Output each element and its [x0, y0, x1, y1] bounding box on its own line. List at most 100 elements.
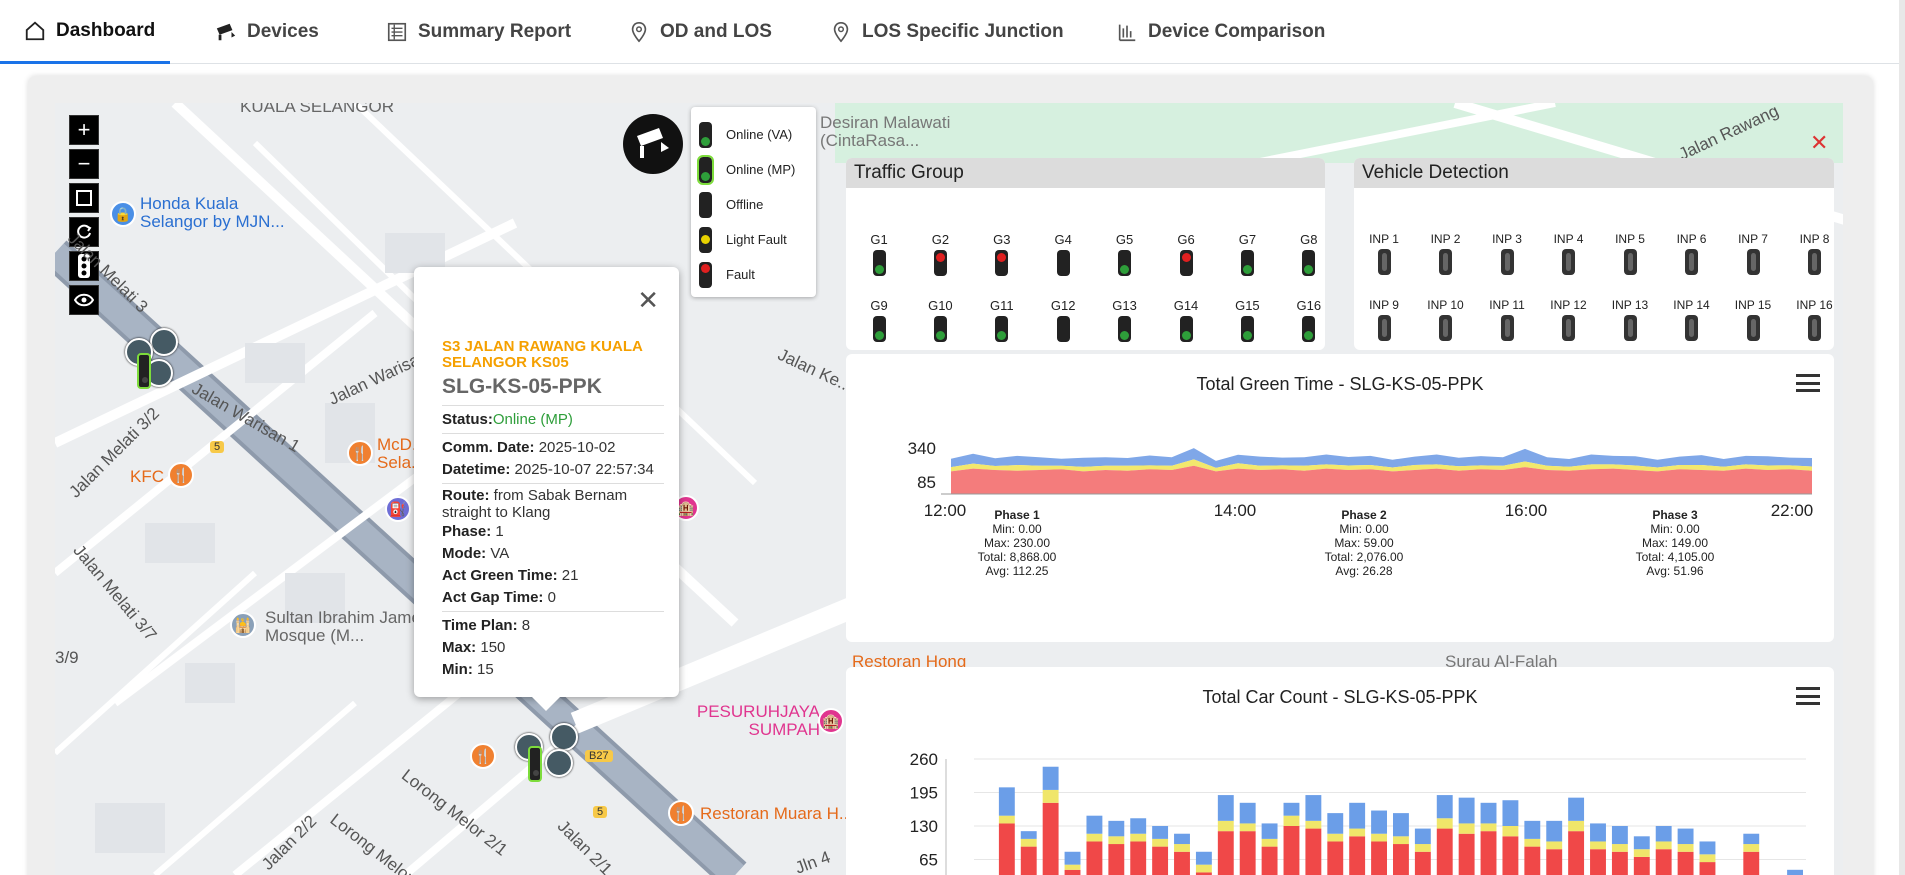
bar-segment-yellow — [1020, 838, 1037, 847]
cctv-marker[interactable] — [550, 723, 578, 751]
min-row: Min: 15 — [442, 659, 664, 681]
restaurant-poi-icon[interactable]: 🍴 — [470, 743, 496, 769]
visibility-toggle-button[interactable] — [69, 285, 99, 315]
detector-icon — [1562, 249, 1575, 275]
cctv-marker[interactable] — [150, 328, 178, 356]
hotel-poi-icon[interactable]: 🏨 — [818, 708, 844, 734]
bar-segment-blue — [998, 787, 1015, 816]
bar-segment-blue — [1174, 833, 1190, 845]
tab-label: Devices — [247, 21, 319, 42]
detector-label: INP 11 — [1489, 298, 1525, 312]
detector-label: INP 16 — [1796, 298, 1833, 312]
kfc-poi-icon[interactable]: 🍴 — [168, 462, 194, 488]
mosque-poi-icon[interactable]: 🕌 — [230, 612, 256, 638]
bar-segment-red — [1130, 841, 1147, 875]
zoom-in-button[interactable]: + — [69, 115, 99, 145]
bar-segment-yellow — [1086, 833, 1103, 842]
bar-segment-yellow — [1217, 820, 1234, 832]
detector-label: INP 4 — [1553, 232, 1584, 246]
mode-row: Mode: VA — [442, 543, 664, 565]
bar-segment-red — [1327, 841, 1344, 875]
restaurant-poi-icon[interactable]: 🍴 — [347, 440, 373, 466]
signal-label: G15 — [1235, 298, 1260, 313]
mode-value: VA — [490, 545, 510, 562]
x-tick-label: 14:00 — [1214, 501, 1257, 520]
signal-g14: G14 — [1161, 298, 1211, 345]
act-green-time-row: Act Green Time: 21 — [442, 565, 664, 587]
bar-segment-red — [1524, 846, 1541, 875]
detector-2: INP 2 — [1420, 232, 1472, 278]
traffic-light-marker[interactable] — [137, 353, 151, 389]
act-green-time-value: 21 — [561, 567, 579, 584]
tab-label: OD and LOS — [660, 21, 772, 42]
bar-segment-blue — [1064, 851, 1081, 865]
map-label-kfc: KFC — [130, 467, 164, 486]
tab-los-specific-junction[interactable]: LOS Specific Junction — [830, 0, 1064, 64]
page-scrollbar[interactable] — [1899, 0, 1905, 875]
cctv-toggle-button[interactable] — [623, 114, 683, 174]
bar-segment-blue — [1436, 795, 1453, 819]
act-gap-time-value: 0 — [547, 589, 556, 606]
act-gap-time-row: Act Gap Time: 0 — [442, 587, 664, 609]
detector-15: INP 15 — [1727, 298, 1779, 344]
legend-label: Offline — [726, 197, 764, 212]
bar-segment-yellow — [1590, 841, 1606, 850]
bar-segment-blue — [1086, 815, 1103, 834]
signal-label: G2 — [931, 232, 950, 247]
x-tick-label: 16:00 — [1505, 501, 1548, 520]
traffic-light-icon — [1179, 316, 1193, 342]
time-plan-value: 8 — [521, 617, 531, 634]
tab-od-los[interactable]: OD and LOS — [628, 0, 772, 64]
bar-segment-blue — [1546, 820, 1563, 842]
min-value: 15 — [477, 661, 494, 678]
bar-segment-blue — [1042, 766, 1059, 790]
traffic-light-marker[interactable] — [528, 746, 542, 782]
signal-g3: G3 — [977, 232, 1027, 279]
phase-avg: Avg: 51.96 — [1646, 564, 1704, 578]
restaurant-poi-icon[interactable]: 🍴 — [668, 800, 694, 826]
fuel-poi-icon[interactable]: ⛽ — [385, 496, 411, 522]
bar-segment-yellow — [1655, 841, 1672, 850]
nav-tabbar: Dashboard Devices Summary Report OD and … — [0, 0, 1905, 64]
bar-segment-yellow — [1393, 836, 1409, 845]
bar-segment-yellow — [1436, 818, 1453, 829]
traffic-light-icon — [1056, 250, 1070, 276]
bar-segment-yellow — [1458, 823, 1475, 834]
tab-summary-report[interactable]: Summary Report — [386, 0, 571, 64]
detector-11: INP 11 — [1481, 298, 1533, 344]
bar-segment-yellow — [1677, 844, 1694, 852]
close-panels-button[interactable]: ✕ — [1810, 130, 1828, 156]
map-label-honda: Honda Kuala Selangor by MJN... — [140, 194, 285, 231]
location-pin-icon — [631, 22, 647, 43]
status-value: Online (MP) — [492, 411, 573, 428]
traffic-light-icon — [699, 226, 712, 253]
traffic-light-icon — [697, 154, 714, 185]
panel-title: Traffic Group — [846, 158, 1325, 188]
tab-device-comparison[interactable]: Device Comparison — [1116, 0, 1325, 64]
home-icon — [25, 21, 45, 40]
bar-segment-red — [1261, 846, 1278, 875]
legend-item: Online (MP) — [697, 152, 808, 187]
signal-g12: G12 — [1038, 298, 1088, 345]
cctv-marker[interactable] — [545, 749, 573, 777]
signal-label: G6 — [1177, 232, 1195, 247]
detector-label: INP 1 — [1369, 232, 1399, 246]
fullscreen-button[interactable] — [69, 183, 99, 213]
detector-1: INP 1 — [1358, 232, 1410, 278]
signal-label: G1 — [870, 232, 888, 247]
honda-poi-icon[interactable]: 🔒 — [110, 201, 136, 227]
traffic-light-icon — [1302, 250, 1316, 276]
phase-max: Max: 230.00 — [983, 536, 1051, 550]
bar-segment-red — [1042, 802, 1059, 875]
bar-segment-yellow — [1064, 864, 1081, 870]
y-tick-label: 85 — [917, 473, 936, 492]
traffic-light-icon — [872, 250, 886, 276]
bar-segment-blue — [1480, 802, 1497, 824]
traffic-group-panel: Traffic Group G1 G2 G3 G4 G5 G6 G7 G8 G9 G10 G11 G1… — [846, 158, 1325, 350]
signal-g15: G15 — [1222, 298, 1272, 345]
popup-close-button[interactable]: ✕ — [637, 285, 659, 316]
zoom-out-button[interactable]: − — [69, 149, 99, 179]
bar-segment-blue — [1414, 828, 1431, 845]
tab-devices[interactable]: Devices — [215, 0, 319, 64]
tab-dashboard[interactable]: Dashboard — [0, 0, 170, 64]
